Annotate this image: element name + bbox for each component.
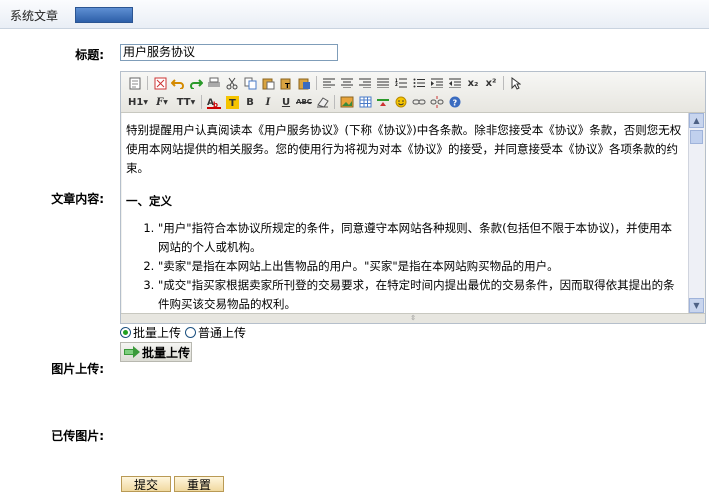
paste-icon[interactable] — [260, 75, 276, 91]
definition-list: "用户"指符合本协议所规定的条件，同意遵守本网站各种规则、条款(包括但不限于本协… — [122, 219, 688, 313]
paste-text-icon[interactable]: T — [278, 75, 294, 91]
ordered-list-icon[interactable]: 12 — [393, 75, 409, 91]
underline-button[interactable]: U — [278, 94, 294, 110]
toolbar-row-1: T 12 x₂ x² — [127, 74, 526, 92]
page-title: 系统文章 — [10, 9, 59, 23]
strikethrough-button[interactable]: ABC — [296, 94, 312, 110]
list-item: "成交"指买家根据卖家所刊登的交易要求，在特定时间内提出最优的交易条件，因而取得… — [158, 276, 682, 313]
outdent-icon[interactable] — [447, 75, 463, 91]
subscript-icon[interactable]: x₂ — [465, 75, 481, 91]
rich-text-editor: T 12 x₂ x² H1 ▼ F ▼ TT ▼ Ab T B I U ABC … — [120, 71, 706, 324]
section-title: 一、定义 — [126, 194, 172, 208]
toolbar-separator — [316, 76, 317, 90]
agreement-intro: 特别提醒用户认真阅读本《用户服务协议》(下称《协议》)中各条款。除非您接受本《协… — [126, 123, 682, 175]
source-icon[interactable] — [127, 75, 143, 91]
paste-word-icon[interactable] — [296, 75, 312, 91]
select-pointer-icon[interactable] — [508, 75, 524, 91]
reset-button[interactable]: 重置 — [174, 476, 224, 492]
chevron-down-icon: ▼ — [143, 98, 148, 106]
batch-upload-label[interactable]: 批量上传 — [133, 324, 181, 341]
font-color-icon[interactable]: Ab — [206, 94, 222, 110]
toolbar-separator — [201, 95, 202, 109]
editor-toolbar: T 12 x₂ x² H1 ▼ F ▼ TT ▼ Ab T B I U ABC … — [121, 72, 705, 113]
bold-button[interactable]: B — [242, 94, 258, 110]
align-center-icon[interactable] — [339, 75, 355, 91]
image-upload-label: 图片上传: — [51, 362, 104, 376]
toolbar-separator — [334, 95, 335, 109]
font-family-dropdown[interactable]: F ▼ — [151, 94, 173, 110]
superscript-icon[interactable]: x² — [483, 75, 499, 91]
list-item: "用户"指符合本协议所规定的条件，同意遵守本网站各种规则、条款(包括但不限于本协… — [158, 219, 682, 257]
toolbar-separator — [147, 76, 148, 90]
submit-button[interactable]: 提交 — [121, 476, 171, 492]
editor-content-area[interactable]: 特别提醒用户认真阅读本《用户服务协议》(下称《协议》)中各条款。除非您接受本《协… — [122, 113, 688, 313]
svg-text:T: T — [229, 98, 236, 109]
highlight-color-icon[interactable]: T — [224, 94, 240, 110]
scroll-down-icon[interactable]: ▼ — [689, 298, 704, 313]
svg-text:?: ? — [453, 99, 458, 108]
eraser-icon[interactable] — [314, 94, 330, 110]
batch-upload-button-label: 批量上传 — [142, 345, 191, 360]
print-icon[interactable] — [206, 75, 222, 91]
scroll-thumb[interactable] — [690, 130, 703, 144]
table-icon[interactable] — [357, 94, 373, 110]
radio-normal-upload[interactable] — [185, 327, 197, 338]
svg-text:2: 2 — [395, 82, 398, 87]
font-label: F — [156, 96, 164, 108]
align-left-icon[interactable] — [321, 75, 337, 91]
header-tab-indicator[interactable] — [75, 7, 133, 23]
link-icon[interactable] — [411, 94, 427, 110]
upload-arrow-icon — [124, 346, 140, 358]
radio-batch-upload[interactable] — [120, 327, 131, 338]
toolbar-row-2: H1 ▼ F ▼ TT ▼ Ab T B I U ABC ? — [127, 93, 465, 111]
copy-icon[interactable] — [242, 75, 258, 91]
editor-scrollbar[interactable]: ▲ ▼ — [688, 113, 704, 313]
batch-upload-button[interactable]: 批量上传 — [120, 342, 192, 362]
cut-icon[interactable] — [224, 75, 240, 91]
scroll-up-icon[interactable]: ▲ — [689, 113, 704, 128]
content-label: 文章内容: — [51, 192, 104, 206]
upload-mode-options: 批量上传 普通上传 — [120, 324, 250, 341]
editor-resize-handle[interactable]: ⇳ — [121, 313, 705, 323]
horizontal-rule-icon[interactable] — [375, 94, 391, 110]
unlink-icon[interactable] — [429, 94, 445, 110]
image-icon[interactable] — [339, 94, 355, 110]
italic-button[interactable]: I — [260, 94, 276, 110]
indent-icon[interactable] — [429, 75, 445, 91]
uploaded-images-label: 已传图片: — [51, 429, 104, 443]
emoticon-icon[interactable] — [393, 94, 409, 110]
redo-icon[interactable] — [188, 75, 204, 91]
undo-icon[interactable] — [170, 75, 186, 91]
chevron-down-icon: ▼ — [163, 98, 168, 106]
unordered-list-icon[interactable] — [411, 75, 427, 91]
toolbar-separator — [503, 76, 504, 90]
align-right-icon[interactable] — [357, 75, 373, 91]
chevron-down-icon: ▼ — [190, 98, 196, 106]
title-input[interactable]: 用户服务协议 — [120, 44, 338, 61]
header-bar: 系统文章 — [0, 0, 709, 29]
normal-upload-label[interactable]: 普通上传 — [198, 324, 246, 341]
font-size-dropdown[interactable]: TT ▼ — [175, 94, 197, 110]
list-item: "卖家"是指在本网站上出售物品的用户。"买家"是指在本网站购买物品的用户。 — [158, 257, 682, 276]
align-justify-icon[interactable] — [375, 75, 391, 91]
title-label: 标题: — [75, 48, 104, 62]
heading-label: H1 — [128, 96, 144, 108]
heading-dropdown[interactable]: H1 ▼ — [127, 94, 149, 110]
svg-text:T: T — [285, 82, 290, 90]
help-icon[interactable]: ? — [447, 94, 463, 110]
size-label: TT — [176, 96, 191, 108]
fullscreen-icon[interactable] — [152, 75, 168, 91]
